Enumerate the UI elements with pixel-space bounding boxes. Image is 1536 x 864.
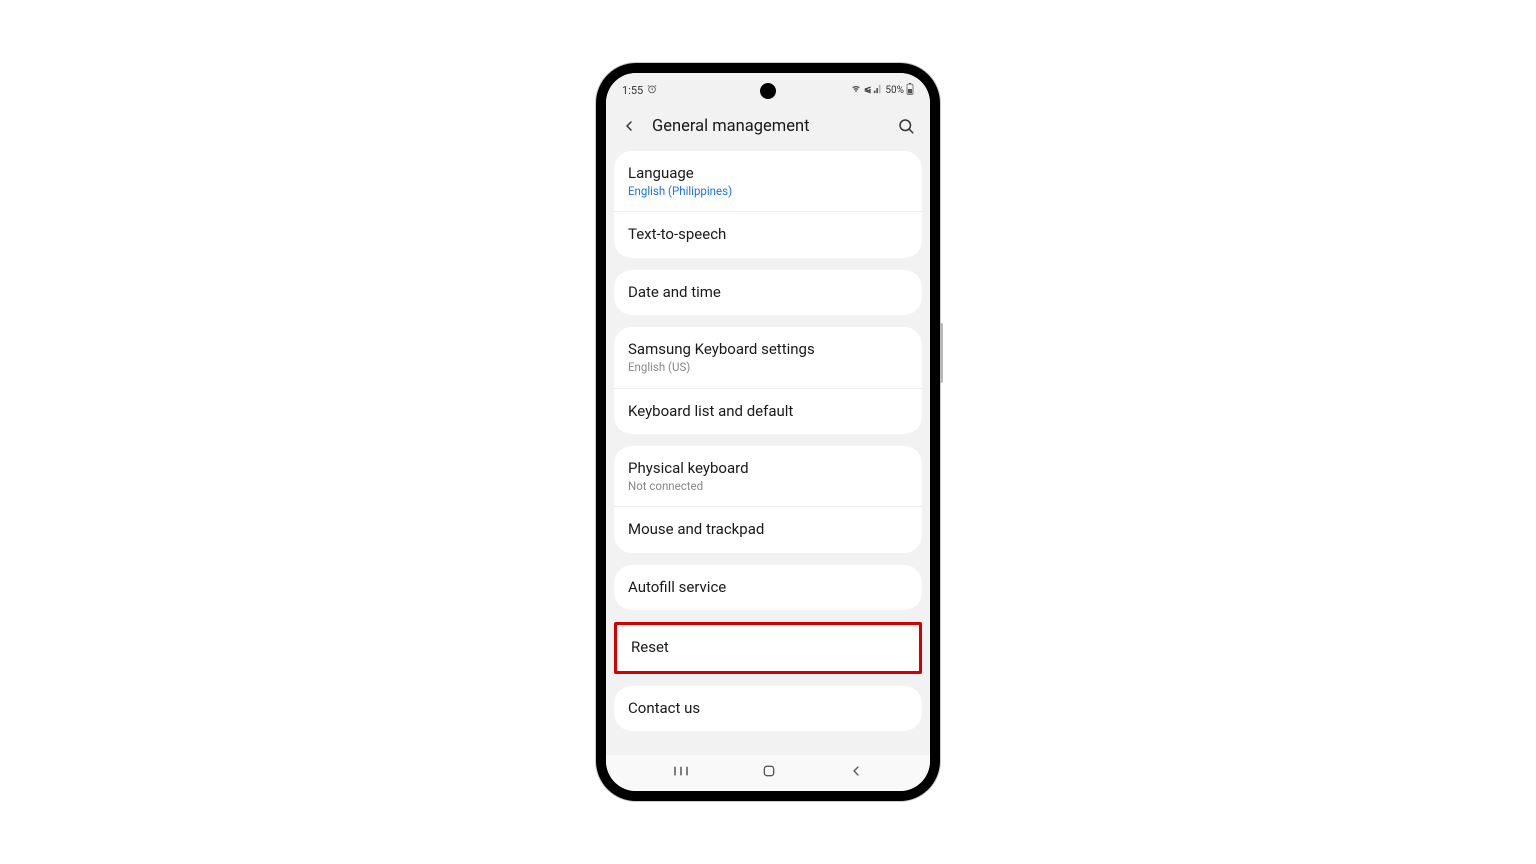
item-title: Physical keyboard	[628, 459, 908, 479]
side-button	[940, 323, 943, 383]
home-icon[interactable]	[761, 763, 777, 783]
item-subtitle: Not connected	[628, 480, 908, 494]
wifi-icon	[850, 84, 862, 97]
settings-group: Physical keyboardNot connected Mouse and …	[614, 446, 922, 553]
settings-item[interactable]: Mouse and trackpad	[614, 507, 922, 553]
settings-item[interactable]: Date and time	[614, 270, 922, 316]
settings-group: Samsung Keyboard settingsEnglish (US) Key…	[614, 327, 922, 434]
signal-icon	[873, 84, 883, 97]
item-title: Autofill service	[628, 578, 908, 598]
settings-group: Date and time	[614, 270, 922, 316]
volte-icon: ⩿	[864, 85, 872, 95]
item-title: Keyboard list and default	[628, 402, 908, 422]
item-subtitle: English (US)	[628, 361, 908, 375]
settings-item[interactable]: Keyboard list and default	[614, 389, 922, 435]
camera-notch	[760, 83, 776, 99]
settings-item[interactable]: Autofill service	[614, 565, 922, 611]
app-header: General management	[606, 101, 930, 151]
item-title: Date and time	[628, 283, 908, 303]
nav-back-icon[interactable]	[848, 763, 864, 783]
item-title: Mouse and trackpad	[628, 520, 908, 540]
battery-icon	[906, 83, 914, 98]
screen: 1:55 ⩿ 50%	[606, 73, 930, 791]
settings-group: Contact us	[614, 686, 922, 732]
item-title: Language	[628, 164, 908, 184]
item-title: Contact us	[628, 699, 908, 719]
settings-group: LanguageEnglish (Philippines) Text-to-spe…	[614, 151, 922, 258]
item-title: Text-to-speech	[628, 225, 908, 245]
settings-list: LanguageEnglish (Philippines) Text-to-spe…	[606, 151, 930, 731]
settings-group: Reset	[614, 622, 922, 674]
settings-item[interactable]: Samsung Keyboard settingsEnglish (US)	[614, 327, 922, 388]
status-time: 1:55	[622, 84, 643, 97]
settings-group: Autofill service	[614, 565, 922, 611]
item-title: Samsung Keyboard settings	[628, 340, 908, 360]
phone-frame: 1:55 ⩿ 50%	[596, 63, 940, 801]
navigation-bar	[606, 755, 930, 791]
search-icon[interactable]	[896, 116, 916, 136]
settings-item[interactable]: Text-to-speech	[614, 212, 922, 258]
recents-icon[interactable]	[672, 762, 690, 784]
item-subtitle: English (Philippines)	[628, 185, 908, 199]
settings-item[interactable]: Physical keyboardNot connected	[614, 446, 922, 507]
battery-text: 50%	[885, 85, 904, 96]
settings-item[interactable]: Reset	[617, 625, 919, 671]
settings-item[interactable]: LanguageEnglish (Philippines)	[614, 151, 922, 212]
alarm-icon	[647, 84, 657, 97]
page-title: General management	[652, 117, 882, 136]
back-icon[interactable]	[620, 117, 638, 135]
settings-item[interactable]: Contact us	[614, 686, 922, 732]
item-title: Reset	[631, 638, 905, 658]
